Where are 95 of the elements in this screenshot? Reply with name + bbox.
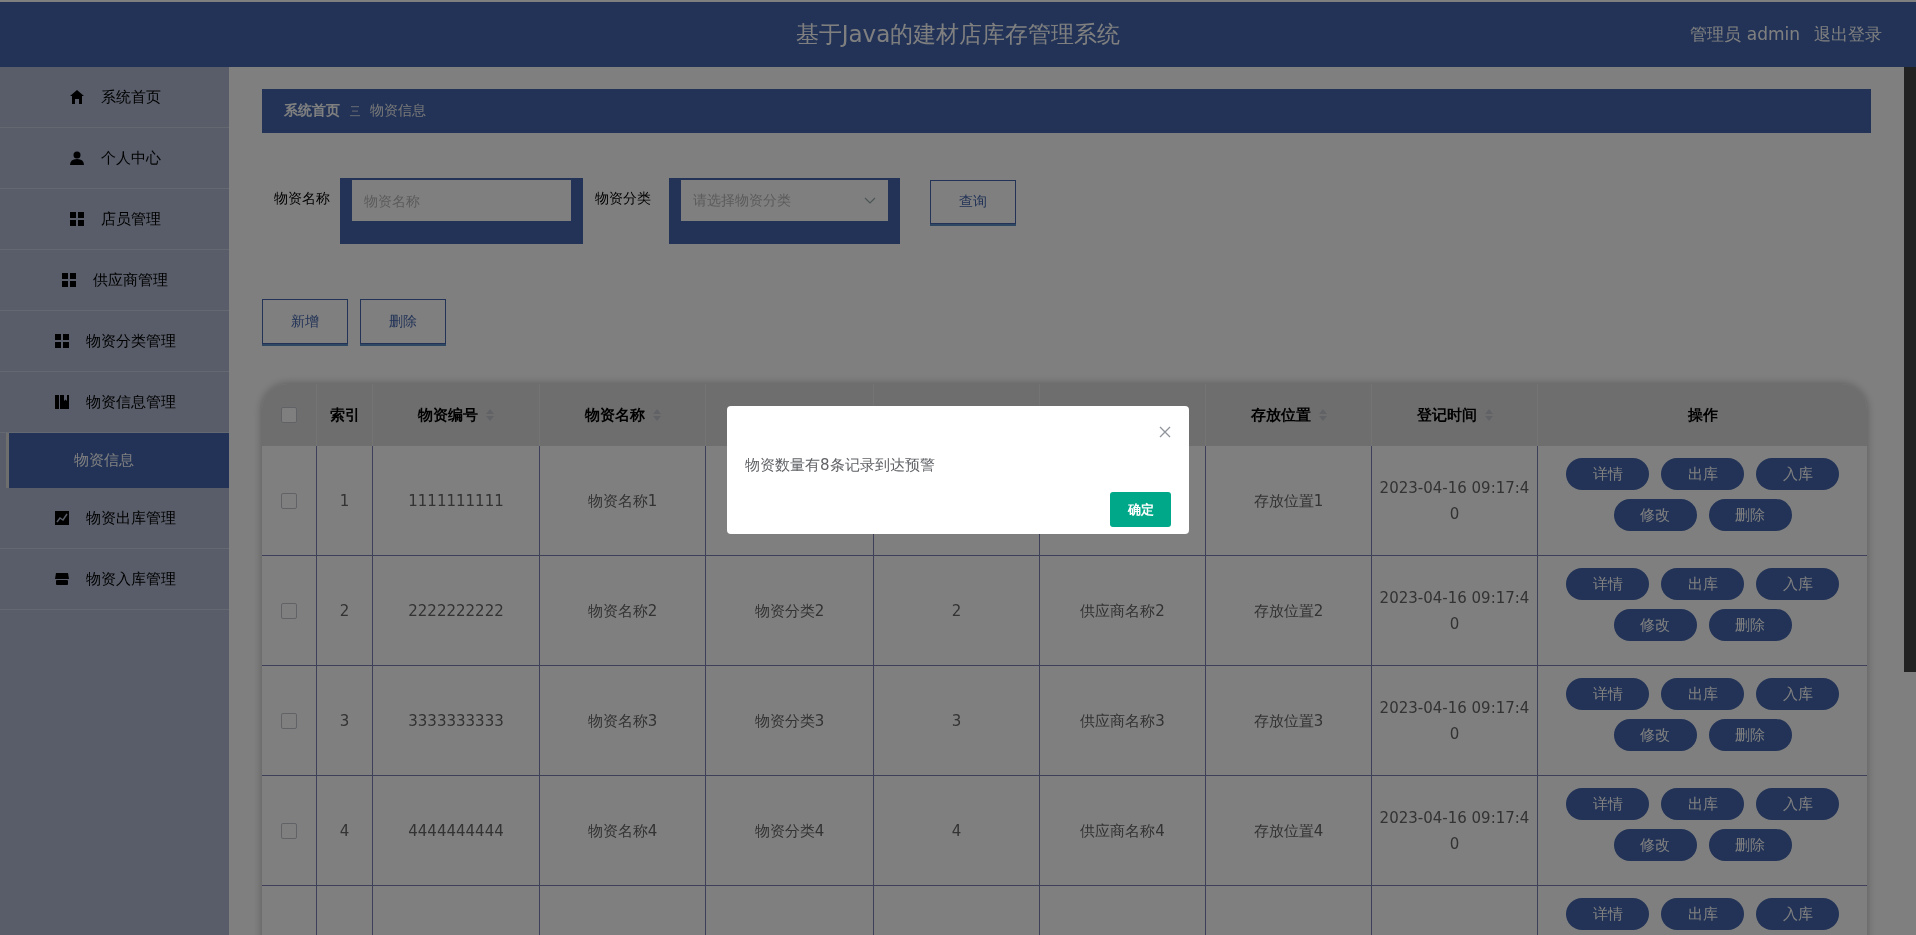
table-cell-text: 物资名称4 bbox=[587, 820, 658, 842]
book-icon bbox=[53, 394, 70, 410]
sidebar-item[interactable]: 物资出库管理 bbox=[0, 488, 229, 549]
action-button[interactable]: 出库 bbox=[1661, 788, 1744, 820]
action-button[interactable]: 出库 bbox=[1661, 678, 1744, 710]
table-cell-text: 供应商名称4 bbox=[1080, 820, 1165, 842]
table-cell-text: 物资分类4 bbox=[754, 820, 825, 842]
table-cell-text: 物资名称2 bbox=[587, 600, 658, 622]
sidebar-item[interactable]: 系统首页 bbox=[0, 67, 229, 128]
action-button[interactable]: 入库 bbox=[1756, 568, 1839, 600]
sidebar-item[interactable]: 物资入库管理 bbox=[0, 549, 229, 610]
add-button[interactable]: 新增 bbox=[262, 299, 348, 344]
column-header: 操作 bbox=[1687, 405, 1718, 425]
column-header[interactable]: 登记时间 bbox=[1416, 405, 1493, 425]
action-button[interactable]: 修改 bbox=[1613, 609, 1697, 641]
table-cell-text: 1 bbox=[339, 490, 350, 512]
delete-button[interactable]: 删除 bbox=[360, 299, 446, 344]
action-button[interactable]: 出库 bbox=[1661, 568, 1744, 600]
action-button[interactable]: 详情 bbox=[1566, 898, 1649, 930]
action-button[interactable]: 删除 bbox=[1708, 719, 1792, 751]
scrollbar[interactable] bbox=[1904, 67, 1916, 672]
column-header[interactable]: 存放位置 bbox=[1250, 405, 1327, 425]
table-cell-text: 2023-04-16 09:17:40 bbox=[1378, 807, 1531, 855]
checkbox[interactable] bbox=[281, 407, 297, 423]
query-button[interactable]: 查询 bbox=[930, 180, 1016, 224]
table-cell-text: 4 bbox=[339, 820, 350, 842]
table-cell-text: 3333333333 bbox=[408, 710, 504, 732]
dialog-message: 物资数量有8条记录到达预警 bbox=[745, 456, 936, 475]
table-cell-text: 物资分类3 bbox=[754, 710, 825, 732]
sidebar-subitem[interactable]: 物资信息 bbox=[6, 433, 229, 488]
close-icon bbox=[1159, 426, 1171, 438]
table-cell-text: 4444444444 bbox=[408, 820, 504, 842]
confirm-button[interactable]: 确定 bbox=[1110, 492, 1171, 527]
sidebar-item[interactable]: 物资分类管理 bbox=[0, 311, 229, 372]
home-icon bbox=[68, 89, 85, 105]
action-button[interactable]: 出库 bbox=[1661, 458, 1744, 490]
app-title: 基于Java的建材店库存管理系统 bbox=[795, 20, 1121, 49]
table-cell-text: 供应商名称2 bbox=[1080, 600, 1165, 622]
table-cell-text: 存放位置4 bbox=[1253, 820, 1324, 842]
action-button[interactable]: 修改 bbox=[1613, 499, 1697, 531]
checkbox[interactable] bbox=[281, 822, 297, 839]
action-button[interactable]: 入库 bbox=[1756, 898, 1839, 930]
action-button[interactable]: 详情 bbox=[1566, 678, 1649, 710]
field-label: 物资名称 bbox=[273, 189, 331, 208]
table-cell-text: 3 bbox=[339, 710, 350, 732]
logout-link[interactable]: 退出登录 bbox=[1814, 23, 1882, 46]
breadcrumb-current: 物资信息 bbox=[370, 102, 426, 120]
table-cell-text: 2222222222 bbox=[408, 600, 504, 622]
column-header[interactable]: 物资编号 bbox=[418, 405, 494, 425]
table-cell-text: 2023-04-16 09:17:40 bbox=[1378, 477, 1531, 525]
table-cell-text: 2023-04-16 09:17:40 bbox=[1378, 697, 1531, 745]
action-button[interactable]: 修改 bbox=[1613, 719, 1697, 751]
checkbox[interactable] bbox=[281, 492, 297, 509]
column-header: 索引 bbox=[329, 405, 360, 425]
action-button[interactable]: 详情 bbox=[1566, 568, 1649, 600]
sidebar-item[interactable]: 个人中心 bbox=[0, 128, 229, 189]
action-button[interactable]: 删除 bbox=[1708, 829, 1792, 861]
table-cell-text: 供应商名称3 bbox=[1080, 710, 1165, 732]
action-button[interactable]: 入库 bbox=[1756, 678, 1839, 710]
action-button[interactable]: 删除 bbox=[1708, 499, 1792, 531]
action-button[interactable]: 删除 bbox=[1708, 609, 1792, 641]
store-icon bbox=[53, 571, 70, 587]
breadcrumb-link[interactable]: 系统首页 bbox=[284, 102, 340, 120]
sidebar-item[interactable]: 店员管理 bbox=[0, 189, 229, 250]
table-cell-text: 物资名称1 bbox=[587, 490, 658, 512]
user-label: 管理员 admin bbox=[1690, 23, 1800, 46]
chart-icon bbox=[53, 510, 70, 526]
sidebar-item[interactable]: 供应商管理 bbox=[0, 250, 229, 311]
separator-icon bbox=[350, 105, 360, 117]
grid-icon bbox=[61, 272, 77, 288]
action-button[interactable]: 详情 bbox=[1566, 788, 1649, 820]
field-label: 物资分类 bbox=[594, 189, 652, 208]
checkbox[interactable] bbox=[281, 712, 297, 729]
checkbox[interactable] bbox=[281, 602, 297, 619]
action-button[interactable]: 入库 bbox=[1756, 788, 1839, 820]
table-cell-text: 4 bbox=[951, 820, 962, 842]
table-cell-text: 物资分类2 bbox=[754, 600, 825, 622]
grid-icon bbox=[53, 333, 70, 349]
column-header[interactable]: 物资名称 bbox=[584, 405, 661, 425]
chevron-down-icon bbox=[864, 197, 876, 204]
table-cell-text: 1111111111 bbox=[408, 490, 504, 512]
user-icon bbox=[68, 150, 85, 166]
table-cell-text: 2 bbox=[339, 600, 350, 622]
action-button[interactable]: 修改 bbox=[1613, 829, 1697, 861]
action-button[interactable]: 详情 bbox=[1566, 458, 1649, 490]
table-cell-text: 2 bbox=[951, 600, 962, 622]
grid-icon bbox=[68, 211, 85, 227]
table-cell-text: 存放位置2 bbox=[1253, 600, 1324, 622]
table-cell-text: 存放位置1 bbox=[1253, 490, 1324, 512]
table-cell-text: 物资名称3 bbox=[587, 710, 658, 732]
table-cell-text: 存放位置3 bbox=[1253, 710, 1324, 732]
action-button[interactable]: 入库 bbox=[1756, 458, 1839, 490]
table-cell-text: 3 bbox=[951, 710, 962, 732]
table-cell-text: 2023-04-16 09:17:40 bbox=[1378, 587, 1531, 635]
action-button[interactable]: 出库 bbox=[1661, 898, 1744, 930]
